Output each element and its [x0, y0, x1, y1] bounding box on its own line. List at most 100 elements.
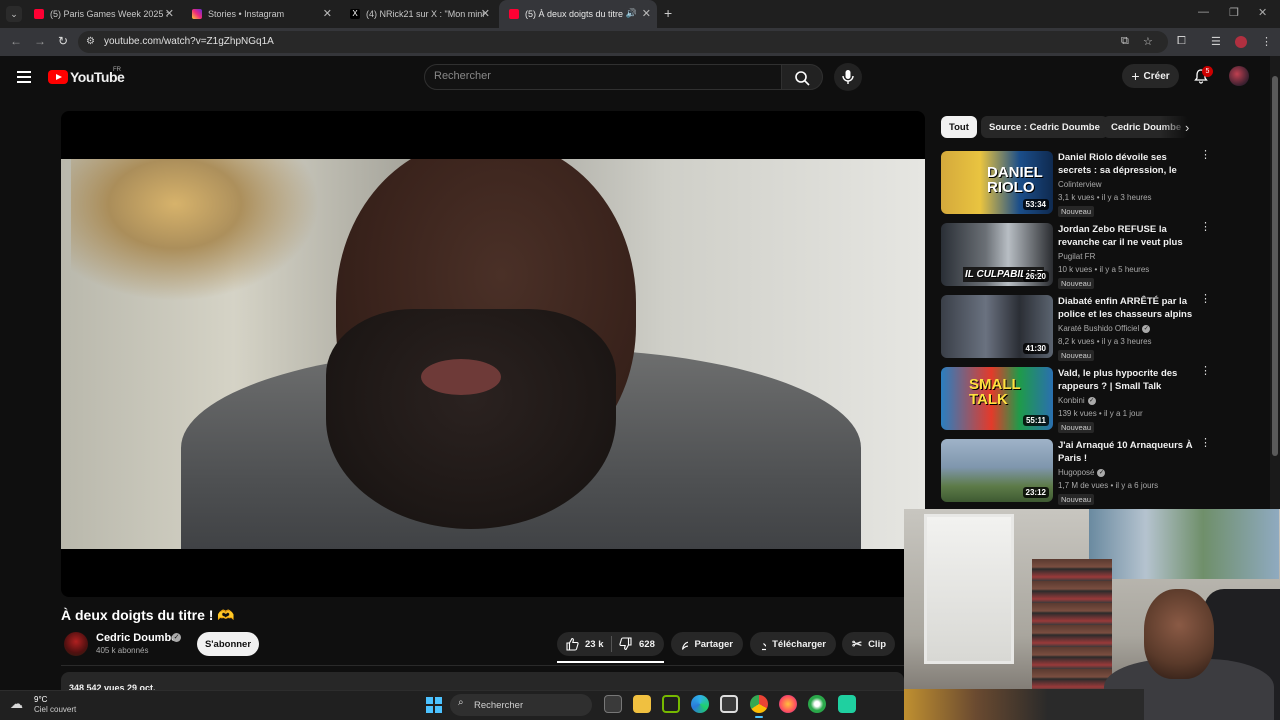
new-badge: Nouveau [1058, 422, 1095, 433]
maximize-icon[interactable]: ❐ [1229, 6, 1239, 19]
recommendation-channel[interactable]: Hugoposé ✓ [1058, 468, 1106, 477]
browser-tab[interactable]: Stories • Instagram ✕ [182, 0, 338, 28]
profile-avatar[interactable] [1235, 36, 1247, 48]
subscribe-button[interactable]: S'abonner [197, 632, 259, 656]
recommendation-channel[interactable]: Karaté Bushido Officiel ✓ [1058, 324, 1151, 333]
recommendation-meta: 8,2 k vues • il y a 3 heures [1058, 337, 1152, 346]
channel-label: Hugoposé [1058, 468, 1095, 477]
extensions-icon[interactable]: ⧠ [1177, 35, 1186, 48]
recommendation-item[interactable]: 41:30 Diabaté enfin ARRÊTÉ par la police… [941, 294, 1211, 361]
video-player[interactable] [61, 111, 925, 597]
close-tab-icon[interactable]: ✕ [165, 7, 174, 20]
windows-start-icon[interactable] [426, 697, 442, 713]
chevron-right-icon[interactable]: › [1185, 120, 1189, 135]
more-actions-icon[interactable]: ⋮ [1200, 366, 1211, 377]
recommendation-item[interactable]: SMALL TALK 55:11 Vald, le plus hypocrite… [941, 366, 1211, 433]
weather-temperature[interactable]: 9°C [34, 695, 47, 704]
channel-name[interactable]: Cedric Doumbe [96, 632, 177, 644]
new-tab-icon[interactable]: + [664, 5, 672, 21]
task-view-icon[interactable] [604, 695, 622, 713]
search-button[interactable] [781, 64, 823, 90]
close-tab-icon[interactable]: ✕ [323, 7, 332, 20]
share-button[interactable]: Partager [671, 632, 743, 656]
clip-label: Clip [868, 638, 887, 650]
scrollbar-thumb[interactable] [1272, 76, 1278, 456]
search-input[interactable] [434, 66, 764, 86]
share-label: Partager [694, 638, 733, 650]
recommendation-title[interactable]: Daniel Riolo dévoile ses secrets : sa dé… [1058, 151, 1194, 177]
reading-list-icon[interactable]: ☰ [1211, 35, 1221, 48]
back-icon[interactable]: ← [10, 34, 22, 48]
create-button[interactable]: + Créer [1122, 64, 1179, 88]
video-thumbnail[interactable]: DANIEL RIOLO 53:34 [941, 151, 1053, 214]
video-thumbnail[interactable]: 41:30 [941, 295, 1053, 358]
thumbnail-text: SMALL TALK [969, 376, 1021, 408]
recommendation-meta: 3,1 k vues • il y a 3 heures [1058, 193, 1152, 202]
video-thumbnail[interactable]: IL CULPABILISE 26:20 [941, 223, 1053, 286]
site-info-icon[interactable]: ⚙ [86, 36, 95, 47]
url-text[interactable]: youtube.com/watch?v=Z1gZhpNGq1A [104, 36, 274, 47]
account-avatar[interactable] [1229, 66, 1249, 86]
voice-search-button[interactable] [834, 63, 862, 91]
clip-button[interactable]: ✂ Clip [842, 632, 895, 656]
video-subject-beard [326, 309, 616, 529]
description-box[interactable] [61, 672, 904, 692]
forward-icon[interactable]: → [34, 34, 46, 48]
video-subject-mouth [421, 359, 501, 395]
browser-tab[interactable]: (5) Paris Games Week 2025 : Vi ✕ [24, 0, 180, 28]
bookmark-star-icon[interactable]: ☆ [1143, 35, 1153, 48]
search-icon [795, 71, 810, 86]
recommendation-channel[interactable]: Pugilat FR [1058, 252, 1095, 261]
install-app-icon[interactable]: ⧉ [1121, 35, 1129, 48]
recommendation-title[interactable]: Vald, le plus hypocrite des rappeurs ? |… [1058, 367, 1194, 393]
minimize-icon[interactable]: — [1198, 6, 1209, 18]
firefox-icon[interactable] [779, 695, 797, 713]
more-actions-icon[interactable]: ⋮ [1200, 150, 1211, 161]
taskbar-search[interactable]: Rechercher [450, 694, 592, 716]
chrome-icon[interactable] [750, 695, 768, 713]
more-actions-icon[interactable]: ⋮ [1200, 222, 1211, 233]
recommendation-item[interactable]: DANIEL RIOLO 53:34 Daniel Riolo dévoile … [941, 150, 1211, 217]
thumbs-down-icon [619, 637, 632, 651]
app-icon[interactable] [838, 695, 856, 713]
app-icon[interactable] [808, 695, 826, 713]
recommendation-item[interactable]: 23:12 J'ai Arnaqué 10 Arnaqueurs À Paris… [941, 438, 1211, 505]
reload-icon[interactable]: ↻ [58, 34, 68, 48]
recommendation-channel[interactable]: Konbini ✓ [1058, 396, 1096, 405]
browser-tab-active[interactable]: (5) À deux doigts du titre ! 🫶 🔊 ✕ [499, 0, 657, 28]
chip-all[interactable]: Tout [941, 116, 977, 138]
file-explorer-icon[interactable] [633, 695, 651, 713]
nvidia-icon[interactable] [662, 695, 680, 713]
close-tab-icon[interactable]: ✕ [642, 7, 651, 20]
microphone-icon [842, 70, 854, 84]
video-thumbnail[interactable]: 23:12 [941, 439, 1053, 502]
recommendation-title[interactable]: Jordan Zebo REFUSE la revanche car il ne… [1058, 223, 1194, 249]
like-button[interactable]: 23 k [565, 632, 604, 656]
channel-avatar[interactable] [64, 632, 88, 656]
browser-menu-icon[interactable]: ⋮ [1261, 35, 1272, 48]
audio-playing-icon[interactable]: 🔊 [626, 8, 637, 19]
recommendation-title[interactable]: J'ai Arnaqué 10 Arnaqueurs À Paris ! [1058, 439, 1194, 465]
video-duration: 23:12 [1022, 487, 1049, 498]
download-button[interactable]: Télécharger [750, 632, 836, 656]
more-actions-icon[interactable]: ⋮ [1200, 294, 1211, 305]
recommendation-title[interactable]: Diabaté enfin ARRÊTÉ par la police et le… [1058, 295, 1194, 321]
more-actions-icon[interactable]: ⋮ [1200, 438, 1211, 449]
weather-description[interactable]: Ciel couvert [34, 705, 76, 714]
microsoft-store-icon[interactable] [720, 695, 738, 713]
scissors-icon: ✂ [852, 637, 863, 651]
cloud-weather-icon[interactable]: ☁ [10, 696, 23, 712]
video-thumbnail[interactable]: SMALL TALK 55:11 [941, 367, 1053, 430]
chip-source-channel[interactable]: Source : Cedric Doumbe [981, 116, 1108, 138]
tab-search-chevron-icon[interactable]: ⌄ [6, 6, 22, 22]
dislike-button[interactable]: 628 [619, 632, 655, 656]
browser-tab[interactable]: X (4) NRick21 sur X : "Mon miniat ✕ [340, 0, 496, 28]
channel-label: Konbini [1058, 396, 1085, 405]
recommendation-channel[interactable]: Colinterview [1058, 180, 1102, 189]
close-window-icon[interactable]: ✕ [1258, 6, 1267, 19]
tab-title: (5) À deux doigts du titre ! 🫶 [525, 8, 625, 19]
recommendation-item[interactable]: IL CULPABILISE 26:20 Jordan Zebo REFUSE … [941, 222, 1211, 289]
close-tab-icon[interactable]: ✕ [481, 7, 490, 20]
menu-icon[interactable] [17, 71, 31, 83]
edge-icon[interactable] [691, 695, 709, 713]
